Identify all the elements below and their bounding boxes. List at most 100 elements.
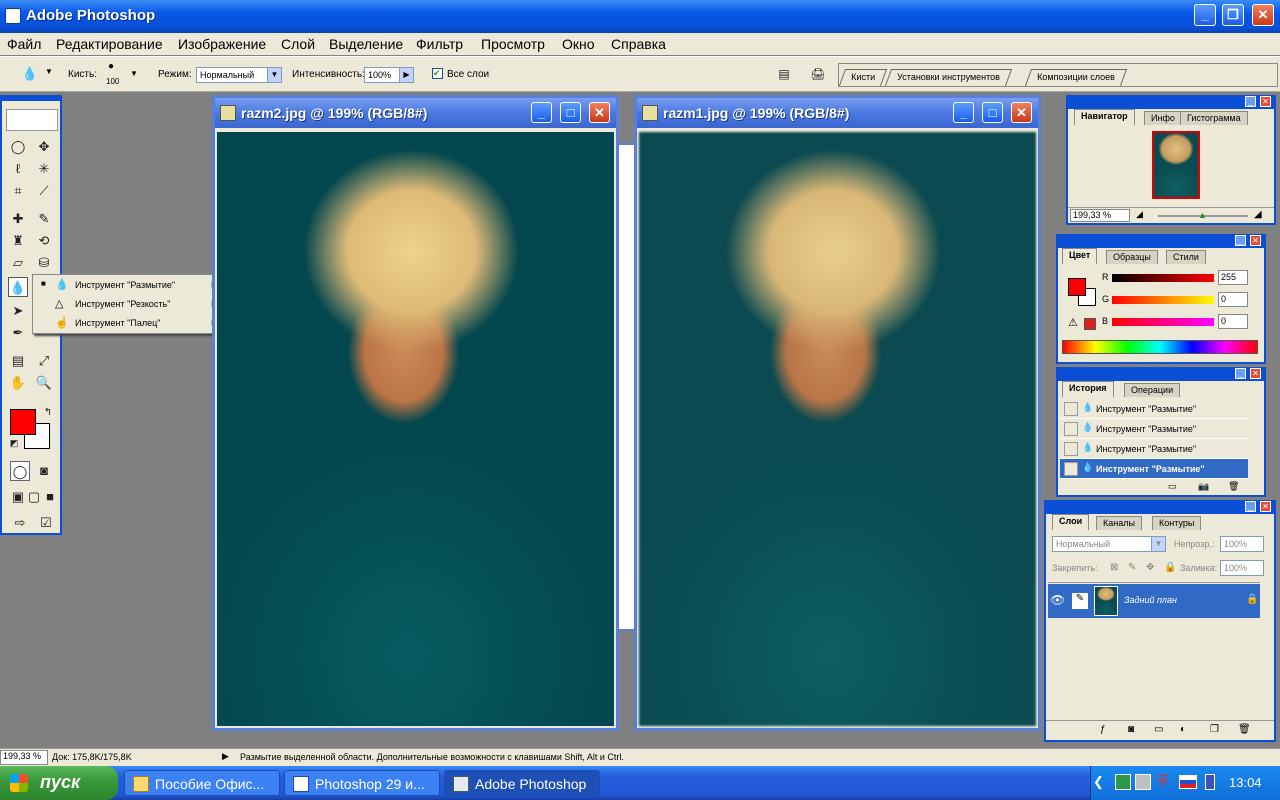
tab-histogram[interactable]: Гистограмма: [1180, 111, 1248, 125]
tab-actions[interactable]: Операции: [1124, 383, 1181, 397]
tab-styles[interactable]: Стили: [1166, 250, 1206, 264]
panel-close-icon[interactable]: ✕: [1250, 368, 1261, 379]
tray-device-icon[interactable]: [1205, 774, 1215, 790]
blur-tool-icon[interactable]: 💧: [8, 277, 28, 297]
trash-icon[interactable]: 🗑: [1228, 481, 1239, 492]
tab-layers[interactable]: Слои: [1052, 514, 1090, 530]
path-selection-tool-icon[interactable]: ➤: [8, 301, 28, 321]
flyout-item-smudge[interactable]: ☝Инструмент "Палец"R: [33, 314, 223, 333]
tab-swatches[interactable]: Образцы: [1106, 250, 1158, 264]
menu-help[interactable]: Справка: [611, 36, 666, 52]
document-window-razm1[interactable]: razm1.jpg @ 199% (RGB/8#) _ □ ✕: [634, 95, 1041, 731]
tab-history[interactable]: История: [1062, 381, 1114, 397]
adjustment-layer-icon[interactable]: ◐: [1180, 724, 1186, 735]
flyout-item-blur[interactable]: ■💧Инструмент "Размытие"R: [33, 276, 223, 295]
slice-tool-icon[interactable]: ⟋: [34, 181, 54, 201]
panel-close-icon[interactable]: ✕: [1260, 501, 1271, 512]
image-canvas[interactable]: [639, 132, 1036, 726]
taskbar-item-explorer[interactable]: Пособие Офис...: [124, 770, 280, 796]
g-value-field[interactable]: 0: [1218, 292, 1248, 307]
taskbar-item-word[interactable]: Photoshop 29 и...: [284, 770, 440, 796]
tab-channels[interactable]: Каналы: [1096, 516, 1142, 530]
new-snapshot-icon[interactable]: 📷: [1198, 481, 1209, 492]
layer-mask-icon[interactable]: ◙: [1128, 724, 1134, 735]
clone-stamp-tool-icon[interactable]: ♜: [8, 231, 28, 251]
tray-app-icon[interactable]: [1115, 774, 1131, 790]
tab-color[interactable]: Цвет: [1062, 248, 1098, 264]
taskbar-item-photoshop[interactable]: Adobe Photoshop: [444, 770, 600, 796]
healing-brush-tool-icon[interactable]: ✚: [8, 209, 28, 229]
brush-dot-icon[interactable]: ●: [108, 61, 114, 72]
navigator-thumbnail[interactable]: [1152, 131, 1200, 199]
intensity-field[interactable]: 100% ▶: [364, 67, 414, 83]
tab-info[interactable]: Инфо: [1144, 111, 1182, 125]
tray-language-icon[interactable]: [1179, 775, 1197, 789]
well-tab-tool-presets[interactable]: Установки инструментов: [884, 69, 1012, 86]
g-slider[interactable]: [1112, 296, 1214, 304]
panel-close-icon[interactable]: ✕: [1250, 235, 1261, 246]
new-document-from-state-icon[interactable]: ▭: [1168, 481, 1177, 492]
zoom-slider-handle-icon[interactable]: ▲: [1198, 210, 1207, 220]
preset-dropdown-icon[interactable]: ▼: [45, 67, 53, 76]
r-slider[interactable]: [1112, 274, 1214, 282]
lock-transparency-icon[interactable]: ⊠: [1110, 562, 1118, 573]
brush-size[interactable]: 100: [106, 77, 119, 86]
image-canvas[interactable]: [217, 132, 614, 726]
opacity-field[interactable]: 100%: [1220, 536, 1264, 552]
menu-window[interactable]: Окно: [562, 36, 595, 52]
layer-name[interactable]: Задний план: [1124, 595, 1177, 605]
quick-mask-icon[interactable]: ◙: [34, 461, 54, 481]
lock-position-icon[interactable]: ✥: [1146, 562, 1154, 573]
close-button[interactable]: ✕: [1252, 4, 1274, 26]
menu-file[interactable]: Файл: [7, 36, 41, 52]
blend-mode-select[interactable]: Нормальный ▼: [1052, 536, 1166, 552]
panel-minimize-icon[interactable]: _: [1235, 368, 1246, 379]
tray-network-icon[interactable]: [1135, 774, 1151, 790]
magic-wand-tool-icon[interactable]: ✳: [34, 159, 54, 179]
panel-minimize-icon[interactable]: _: [1245, 501, 1256, 512]
brush-tool-icon[interactable]: ✎: [34, 209, 54, 229]
brush-link-icon[interactable]: ✎: [1072, 593, 1088, 609]
new-layer-icon[interactable]: ❐: [1210, 724, 1219, 735]
fill-field[interactable]: 100%: [1220, 560, 1264, 576]
history-item[interactable]: 💧 Инструмент "Размытие": [1060, 439, 1248, 459]
tab-paths[interactable]: Контуры: [1152, 516, 1202, 530]
flyout-item-sharpen[interactable]: △Инструмент "Резкость"R: [33, 295, 223, 314]
menu-edit[interactable]: Редактирование: [56, 36, 163, 52]
zoom-in-icon[interactable]: ◢: [1254, 209, 1262, 220]
trash-icon[interactable]: 🗑: [1238, 724, 1251, 735]
blur-tool-preset-icon[interactable]: 💧: [20, 64, 40, 84]
status-menu-arrow-icon[interactable]: ▶: [222, 751, 229, 762]
menu-image[interactable]: Изображение: [178, 36, 266, 52]
history-brush-tool-icon[interactable]: ⟲: [34, 231, 54, 251]
menu-filter[interactable]: Фильтр: [416, 36, 463, 52]
doc-minimize-button[interactable]: _: [953, 102, 974, 123]
doc-maximize-button[interactable]: □: [560, 102, 581, 123]
brush-dropdown-icon[interactable]: ▼: [130, 69, 138, 78]
menu-layer[interactable]: Слой: [281, 36, 315, 52]
file-browser-icon[interactable]: 🖨: [808, 64, 828, 84]
history-item[interactable]: 💧 Инструмент "Размытие": [1060, 419, 1248, 439]
start-button[interactable]: пуск: [0, 766, 118, 800]
maximize-button[interactable]: ❐: [1222, 4, 1244, 26]
status-zoom-field[interactable]: 199,33 %: [0, 750, 48, 765]
doc-minimize-button[interactable]: _: [531, 102, 552, 123]
gamut-color-swatch[interactable]: [1084, 318, 1096, 330]
menu-select[interactable]: Выделение: [329, 36, 403, 52]
tab-navigator[interactable]: Навигатор: [1074, 109, 1135, 125]
swap-colors-icon[interactable]: ↰: [38, 403, 58, 423]
lock-pixels-icon[interactable]: ✎: [1128, 562, 1136, 573]
notes-tool-icon[interactable]: ▤: [8, 351, 28, 371]
layer-row-background[interactable]: 👁 ✎ Задний план 🔒: [1048, 584, 1260, 618]
layer-style-icon[interactable]: ƒ: [1100, 724, 1106, 735]
panel-close-icon[interactable]: ✕: [1260, 96, 1271, 107]
history-brush-slot[interactable]: [1064, 442, 1078, 456]
gamut-warning-icon[interactable]: ⚠: [1068, 316, 1078, 329]
navigator-zoom-field[interactable]: 199,33 %: [1070, 209, 1130, 222]
well-tab-layer-comps[interactable]: Композиции слоев: [1024, 69, 1127, 86]
screen-mode-full-icon[interactable]: ■: [40, 487, 60, 507]
foreground-color-swatch[interactable]: [10, 409, 36, 435]
paint-bucket-tool-icon[interactable]: ⛁: [34, 253, 54, 273]
jump-to-imageready-icon[interactable]: ⇨: [10, 513, 30, 533]
history-brush-slot[interactable]: [1064, 462, 1078, 476]
